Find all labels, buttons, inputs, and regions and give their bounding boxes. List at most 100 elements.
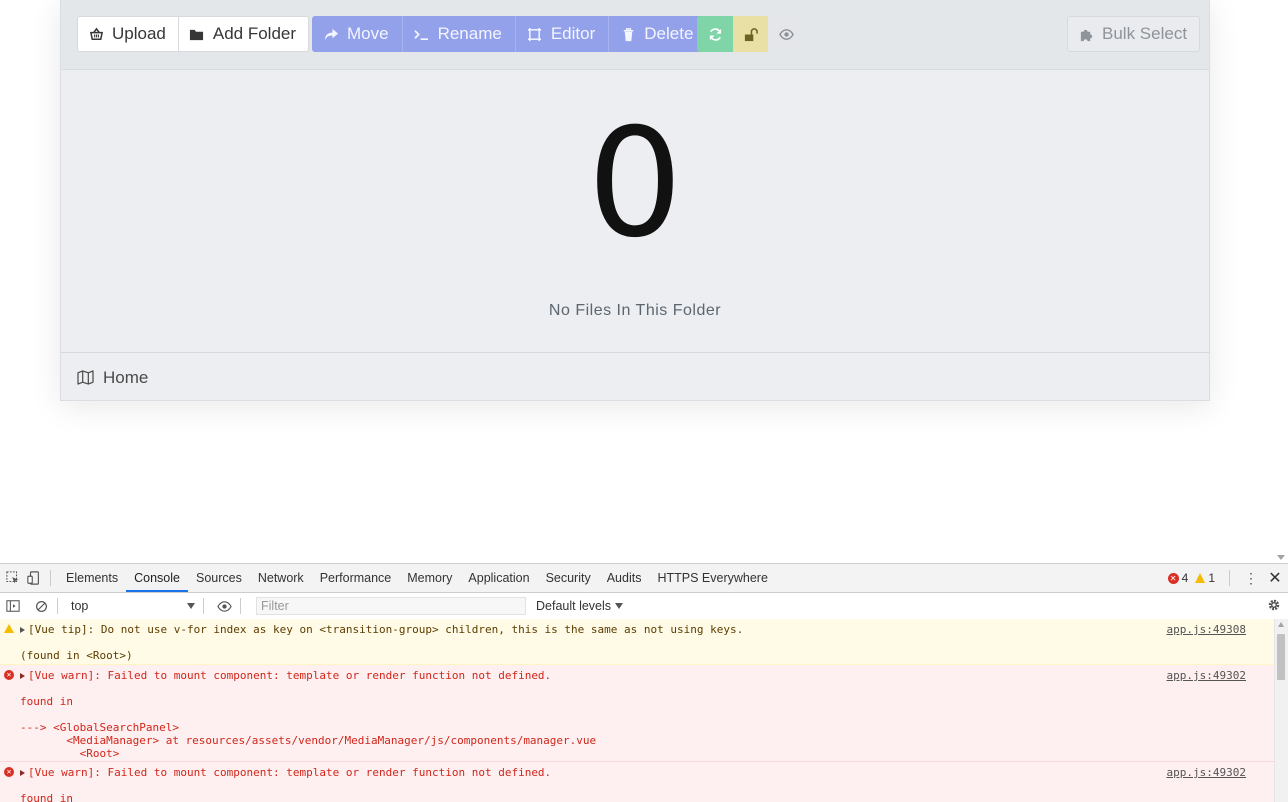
- warning-count: 1: [1208, 571, 1215, 585]
- scroll-up-arrow-icon[interactable]: [1278, 622, 1284, 627]
- tab-performance[interactable]: Performance: [312, 564, 400, 592]
- tab-application[interactable]: Application: [460, 564, 537, 592]
- context-value: top: [71, 599, 89, 613]
- warning-icon: [4, 624, 14, 633]
- filter-divider: [240, 598, 241, 614]
- message-detail: [20, 636, 1275, 649]
- breadcrumb-home[interactable]: Home: [103, 368, 148, 388]
- tab-console[interactable]: Console: [126, 564, 188, 592]
- console-scrollbar[interactable]: [1274, 619, 1288, 802]
- tab-memory[interactable]: Memory: [399, 564, 460, 592]
- message-detail: ---> <GlobalSearchPanel>: [20, 721, 179, 734]
- bulk-group: Bulk Select: [1067, 16, 1201, 52]
- message-detail: found in: [20, 695, 73, 708]
- context-select[interactable]: top: [71, 593, 195, 619]
- tab-network[interactable]: Network: [250, 564, 312, 592]
- message-detail: [20, 779, 1275, 792]
- source-link[interactable]: app.js:49308: [1167, 623, 1246, 636]
- eye-icon: [778, 26, 794, 42]
- devtools-tabbar: Elements Console Sources Network Perform…: [0, 564, 1288, 593]
- lock-button[interactable]: [733, 16, 768, 52]
- message-text: [Vue warn]: Failed to mount component: t…: [28, 766, 552, 779]
- rename-label: Rename: [437, 24, 502, 43]
- message-detail: [20, 708, 1275, 721]
- tab-sources[interactable]: Sources: [188, 564, 250, 592]
- chevron-down-icon: [615, 603, 624, 609]
- move-label: Move: [347, 24, 389, 43]
- status-divider: [1229, 570, 1230, 586]
- trash-icon: [620, 26, 636, 42]
- map-icon: [77, 370, 95, 386]
- page-scrollbar[interactable]: [1274, 0, 1288, 563]
- folder-icon: [189, 26, 205, 42]
- toolbar: Upload Add Folder Move Rename Editor Del…: [61, 0, 1209, 70]
- crop-icon: [527, 26, 543, 42]
- tab-https-everywhere[interactable]: HTTPS Everywhere: [649, 564, 775, 592]
- empty-message: No Files In This Folder: [548, 302, 722, 319]
- refresh-icon: [707, 26, 723, 42]
- toolbar-divider: [50, 570, 51, 586]
- filter-divider: [203, 598, 204, 614]
- media-manager: Upload Add Folder Move Rename Editor Del…: [60, 0, 1210, 401]
- issue-counter[interactable]: ✕ 4 1: [1167, 571, 1215, 585]
- log-levels-label: Default levels: [536, 599, 612, 613]
- message-text: [Vue tip]: Do not use v-for index as key…: [28, 623, 744, 636]
- inspect-element-icon[interactable]: [5, 570, 21, 586]
- console-message-error[interactable]: ✕ [Vue warn]: Failed to mount component:…: [0, 762, 1275, 802]
- gear-icon[interactable]: [1267, 598, 1281, 617]
- puzzle-icon: [1078, 26, 1094, 42]
- close-devtools-icon[interactable]: ✕: [1265, 568, 1285, 588]
- move-button[interactable]: Move: [312, 16, 403, 52]
- rename-button[interactable]: Rename: [402, 16, 516, 52]
- console-sidebar-icon[interactable]: [5, 598, 21, 614]
- warning-icon: [1195, 573, 1206, 583]
- chevron-down-icon: [187, 603, 195, 609]
- log-levels-dropdown[interactable]: Default levels: [536, 599, 624, 613]
- more-options-icon[interactable]: ⋮: [1241, 570, 1261, 587]
- console-message-error[interactable]: ✕ [Vue warn]: Failed to mount component:…: [0, 665, 1275, 762]
- expand-arrow-icon[interactable]: [20, 770, 25, 776]
- scrollbar-thumb[interactable]: [1277, 634, 1285, 680]
- console-filterbar: top Default levels: [0, 593, 1288, 620]
- editor-button[interactable]: Editor: [515, 16, 610, 52]
- error-icon: ✕: [1167, 572, 1179, 584]
- device-toolbar-icon[interactable]: [26, 570, 42, 586]
- terminal-icon: [414, 26, 430, 42]
- console-filter-input[interactable]: [256, 597, 526, 615]
- upload-button[interactable]: Upload: [77, 16, 179, 52]
- refresh-button[interactable]: [697, 16, 733, 52]
- error-count: 4: [1181, 571, 1189, 585]
- tab-elements[interactable]: Elements: [58, 564, 126, 592]
- tab-audits[interactable]: Audits: [599, 564, 650, 592]
- tab-security[interactable]: Security: [538, 564, 599, 592]
- edit-actions-group: Move Rename Editor Delete: [312, 16, 707, 52]
- bulk-select-label: Bulk Select: [1102, 24, 1188, 43]
- add-folder-button[interactable]: Add Folder: [178, 16, 310, 52]
- view-actions-group: [697, 16, 804, 52]
- message-text: [Vue warn]: Failed to mount component: t…: [28, 669, 552, 682]
- upload-label: Upload: [112, 24, 166, 43]
- breadcrumb: Home: [61, 352, 1209, 402]
- file-count: 0: [587, 97, 683, 271]
- scroll-down-arrow-icon[interactable]: [1277, 555, 1285, 560]
- source-link[interactable]: app.js:49302: [1167, 766, 1246, 779]
- message-detail: [20, 682, 1275, 695]
- message-detail: (found in <Root>): [20, 649, 133, 662]
- expand-arrow-icon[interactable]: [20, 673, 25, 679]
- editor-label: Editor: [550, 24, 596, 43]
- file-actions-group: Upload Add Folder: [77, 16, 310, 52]
- message-detail: <MediaManager> at resources/assets/vendo…: [20, 734, 597, 747]
- preview-button[interactable]: [768, 16, 804, 52]
- bulk-select-button[interactable]: Bulk Select: [1067, 16, 1201, 52]
- basket-icon: [88, 26, 104, 42]
- source-link[interactable]: app.js:49302: [1167, 669, 1246, 682]
- console-message-warning[interactable]: [Vue tip]: Do not use v-for index as key…: [0, 619, 1275, 665]
- live-expression-eye-icon[interactable]: [216, 598, 232, 614]
- clear-console-icon[interactable]: [33, 598, 49, 614]
- add-folder-label: Add Folder: [212, 24, 297, 43]
- expand-arrow-icon[interactable]: [20, 627, 25, 633]
- unlock-icon: [743, 26, 759, 42]
- delete-button[interactable]: Delete: [609, 16, 707, 52]
- devtools-panel: Elements Console Sources Network Perform…: [0, 563, 1288, 802]
- filter-divider: [57, 598, 58, 614]
